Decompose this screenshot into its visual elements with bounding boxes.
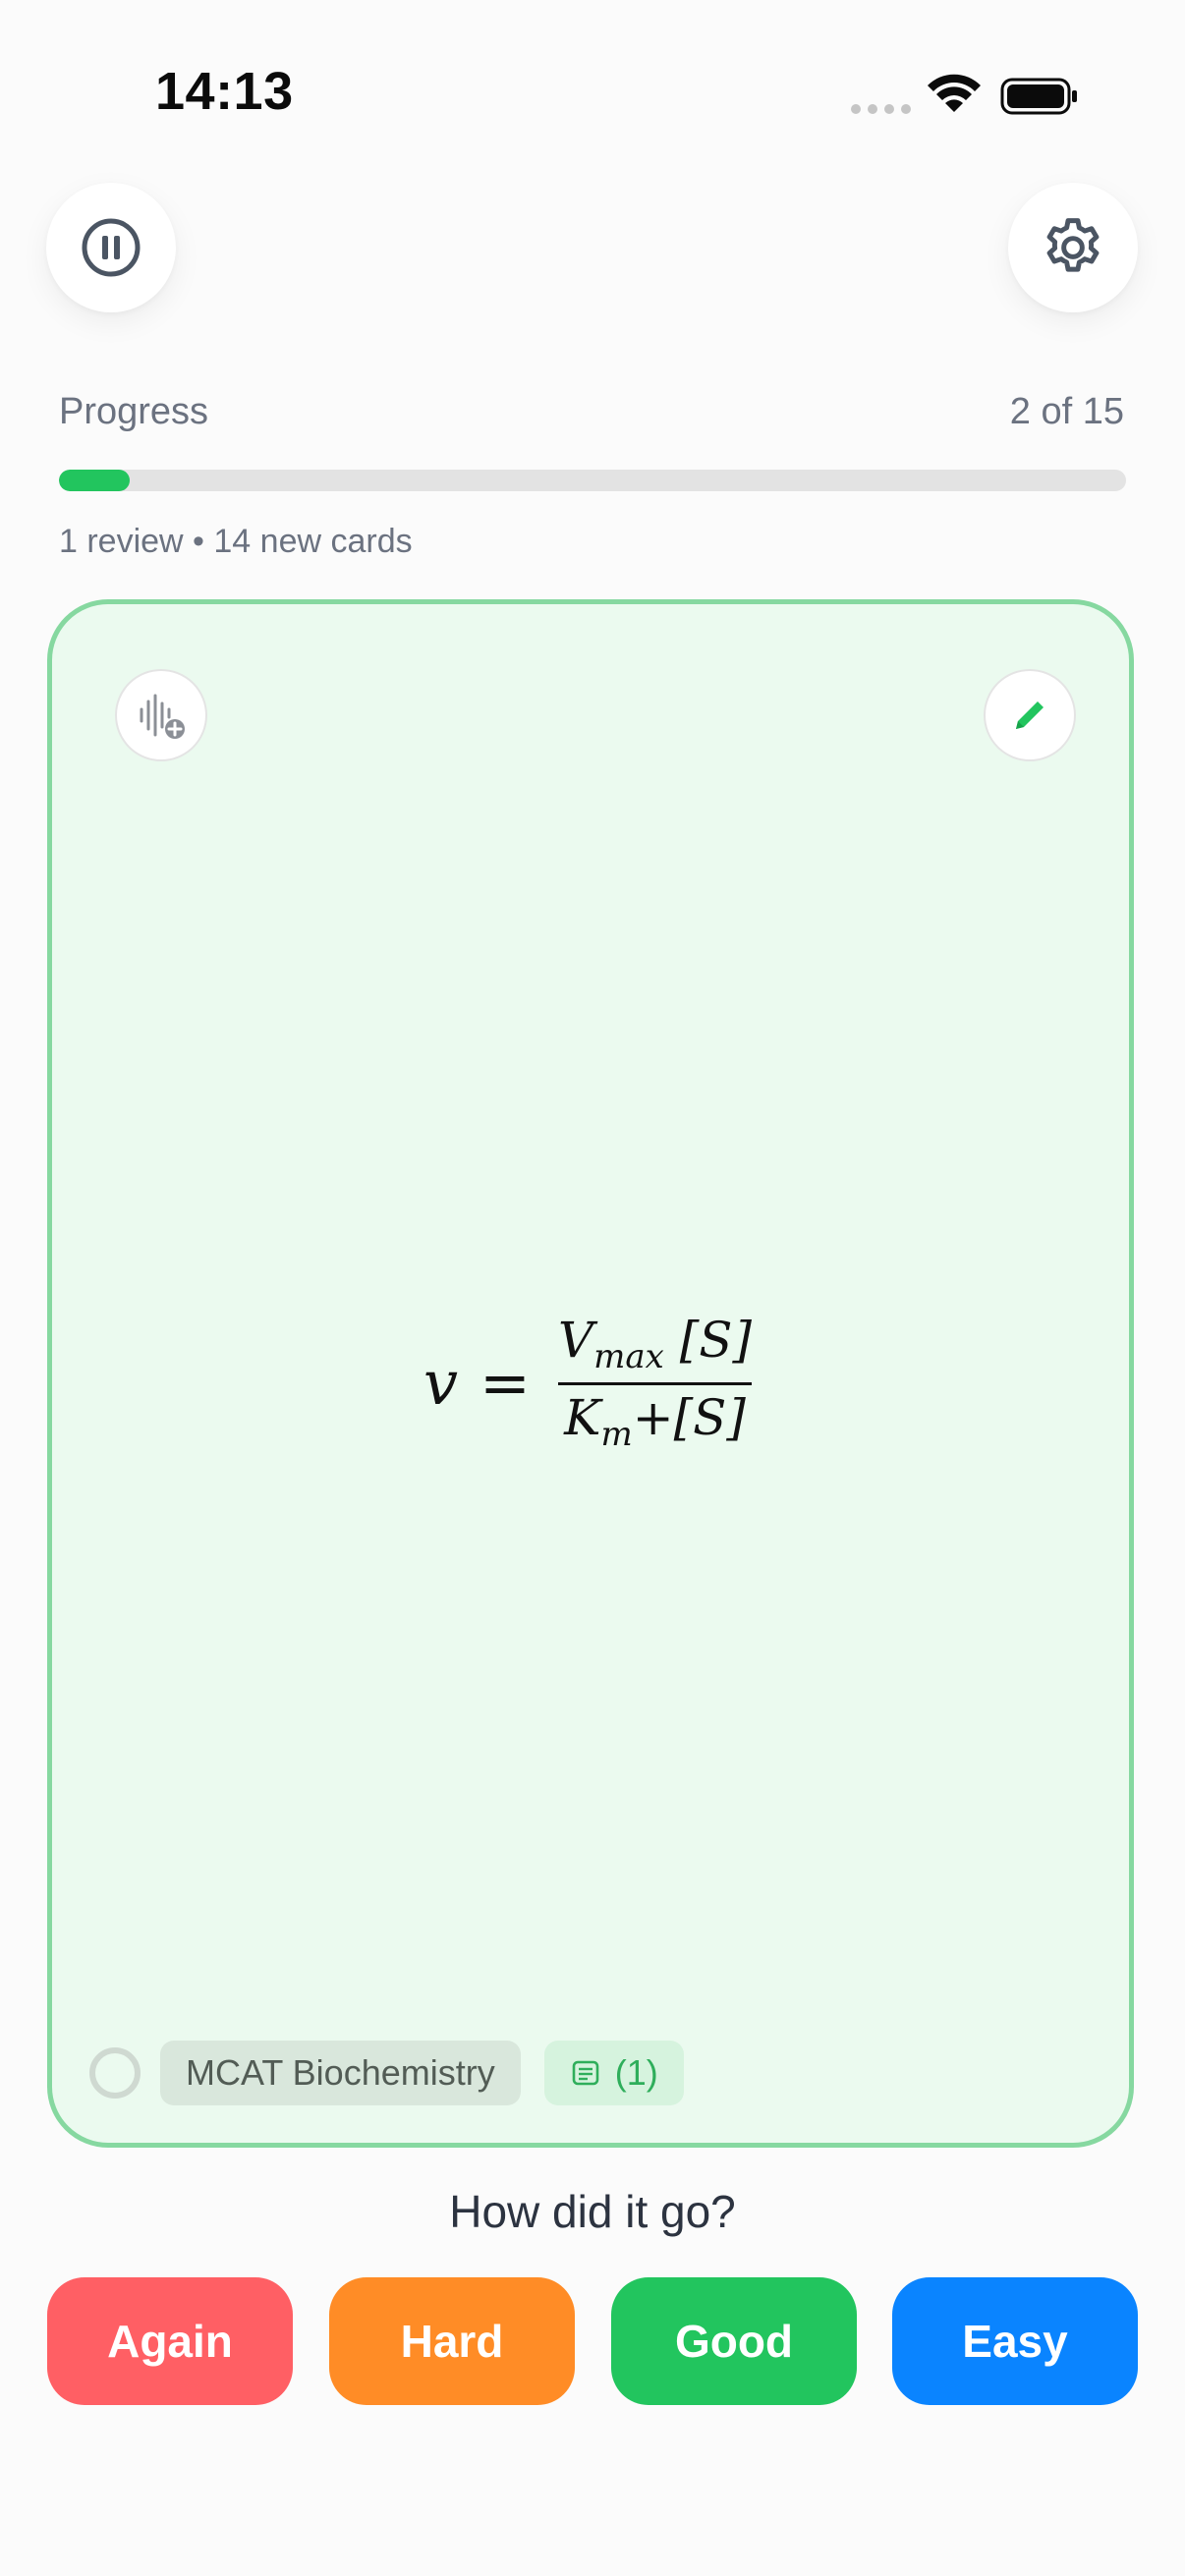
easy-button[interactable]: Easy <box>892 2277 1138 2405</box>
formula-equals: = <box>480 1347 531 1419</box>
formula-fraction: Vmax [S] Km+[S] <box>552 1312 758 1454</box>
card-footer: MCAT Biochemistry (1) <box>89 2041 684 2105</box>
pencil-icon <box>1016 701 1044 729</box>
settings-button[interactable] <box>1008 183 1138 312</box>
good-button[interactable]: Good <box>611 2277 857 2405</box>
rating-buttons: Again Hard Good Easy <box>47 2277 1138 2405</box>
formula-lhs: v <box>423 1347 459 1419</box>
pause-icon <box>82 218 141 277</box>
cellular-signal-icon <box>851 104 911 114</box>
flashcard[interactable]: v = Vmax [S] Km+[S] MCAT Biochemistry (1… <box>47 599 1134 2148</box>
formula-denominator: Km+[S] <box>558 1382 752 1454</box>
edit-card-button[interactable] <box>984 669 1076 761</box>
card-status-ring-icon <box>89 2047 141 2099</box>
review-question: How did it go? <box>449 2186 736 2237</box>
notes-count: (1) <box>614 2052 658 2093</box>
deck-tag[interactable]: MCAT Biochemistry <box>160 2041 521 2105</box>
status-bar: 14:13 <box>0 0 1185 187</box>
notes-tag[interactable]: (1) <box>543 2041 684 2105</box>
add-audio-icon <box>140 694 185 739</box>
battery-icon <box>1000 78 1077 115</box>
card-formula: v = Vmax [S] Km+[S] <box>52 1312 1129 1454</box>
progress-label: Progress <box>59 391 209 432</box>
hard-button[interactable]: Hard <box>329 2277 575 2405</box>
add-audio-button[interactable] <box>115 669 207 761</box>
pause-button[interactable] <box>46 183 176 312</box>
progress-summary: 1 review • 14 new cards <box>59 523 413 560</box>
formula-numerator: Vmax [S] <box>558 1312 752 1376</box>
again-button[interactable]: Again <box>47 2277 293 2405</box>
progress-count: 2 of 15 <box>1009 391 1124 432</box>
gear-icon <box>1046 218 1100 272</box>
note-icon <box>572 2060 599 2086</box>
wifi-icon <box>928 74 981 112</box>
progress-bar <box>59 470 1126 491</box>
progress-bar-fill <box>59 470 130 491</box>
status-time: 14:13 <box>155 62 294 121</box>
